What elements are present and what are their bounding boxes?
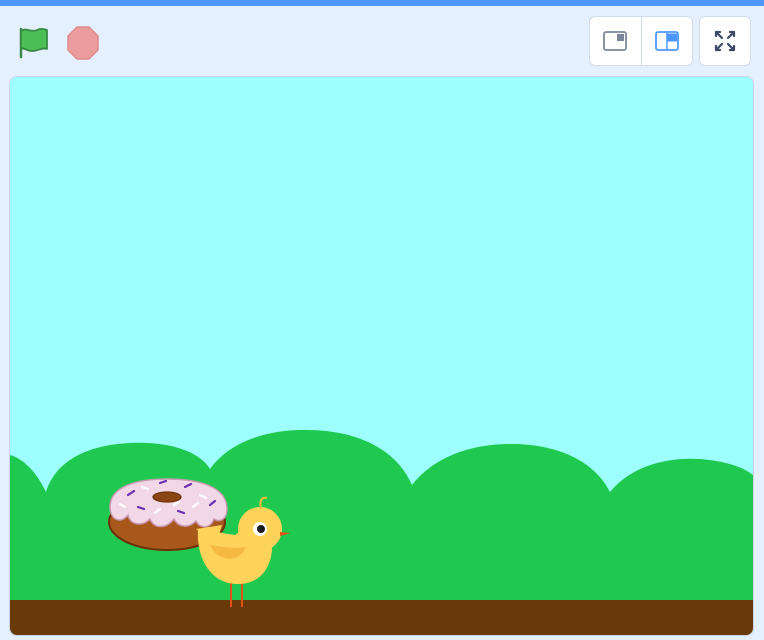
ground: [10, 600, 753, 635]
stage-size-toggle: [589, 16, 693, 66]
stage-backdrop: [10, 77, 753, 635]
fullscreen-button[interactable]: [699, 16, 751, 66]
small-stage-icon: [603, 31, 628, 51]
small-stage-button[interactable]: [590, 17, 641, 65]
green-flag-button[interactable]: [14, 24, 52, 62]
stop-sign-icon: [67, 26, 99, 60]
stop-button[interactable]: [64, 24, 102, 62]
normal-stage-icon: [654, 31, 679, 51]
stage-controls-bar: [0, 6, 764, 76]
normal-stage-button[interactable]: [640, 17, 693, 65]
stage-canvas[interactable]: [9, 76, 754, 636]
fullscreen-icon: [714, 30, 736, 52]
green-flag-icon: [19, 27, 48, 59]
scratch-stage-panel: [0, 0, 764, 640]
